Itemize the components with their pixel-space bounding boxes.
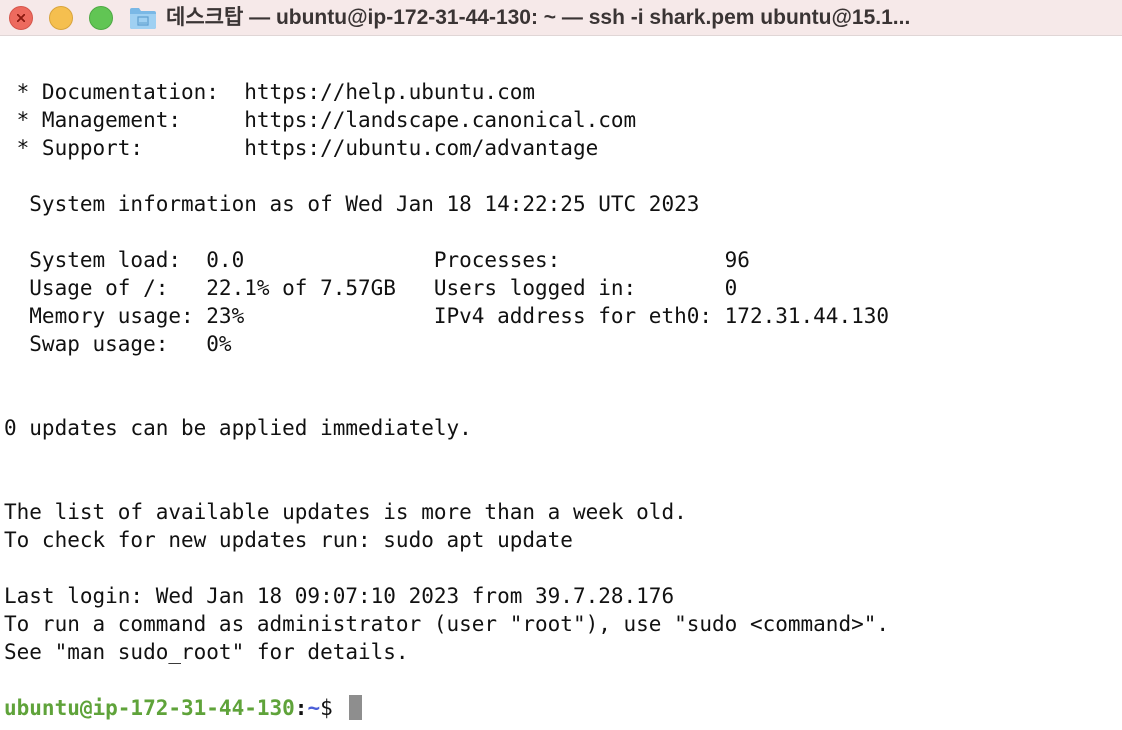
terminal-line: System load: 0.0 Processes: 96 <box>4 248 750 272</box>
terminal-line: Memory usage: 23% IPv4 address for eth0:… <box>4 304 890 328</box>
terminal-line: Swap usage: 0% <box>4 332 232 356</box>
text-cursor[interactable] <box>349 695 363 720</box>
terminal-line: System information as of Wed Jan 18 14:2… <box>4 192 700 216</box>
terminal-line: See "man sudo_root" for details. <box>4 640 409 664</box>
terminal-line: Usage of /: 22.1% of 7.57GB Users logged… <box>4 276 738 300</box>
prompt-path: ~ <box>307 696 321 720</box>
terminal-line: * Support: https://ubuntu.com/advantage <box>4 136 599 160</box>
terminal-line: To check for new updates run: sudo apt u… <box>4 528 573 552</box>
title-bar[interactable]: 데스크탑 — ubuntu@ip-172-31-44-130: ~ — ssh … <box>0 0 1122 36</box>
terminal-window: 데스크탑 — ubuntu@ip-172-31-44-130: ~ — ssh … <box>0 0 1122 730</box>
close-button[interactable] <box>9 6 33 30</box>
zoom-button[interactable] <box>89 6 113 30</box>
terminal-line: * Management: https://landscape.canonica… <box>4 108 637 132</box>
terminal-output[interactable]: * Documentation: https://help.ubuntu.com… <box>0 37 1122 730</box>
prompt-separator: : <box>294 696 308 720</box>
prompt-symbol: $ <box>320 696 346 720</box>
terminal-line: To run a command as administrator (user … <box>4 612 890 636</box>
terminal-line: Last login: Wed Jan 18 09:07:10 2023 fro… <box>4 584 675 608</box>
command-prompt[interactable]: ubuntu@ip-172-31-44-130:~$ <box>4 694 363 722</box>
folder-icon <box>130 8 156 29</box>
window-title: 데스크탑 — ubuntu@ip-172-31-44-130: ~ — ssh … <box>166 6 911 29</box>
terminal-line: * Documentation: https://help.ubuntu.com <box>4 80 536 104</box>
prompt-user-host: ubuntu@ip-172-31-44-130 <box>4 696 295 720</box>
terminal-line: The list of available updates is more th… <box>4 500 687 524</box>
minimize-button[interactable] <box>49 6 73 30</box>
terminal-line: 0 updates can be applied immediately. <box>4 416 472 440</box>
